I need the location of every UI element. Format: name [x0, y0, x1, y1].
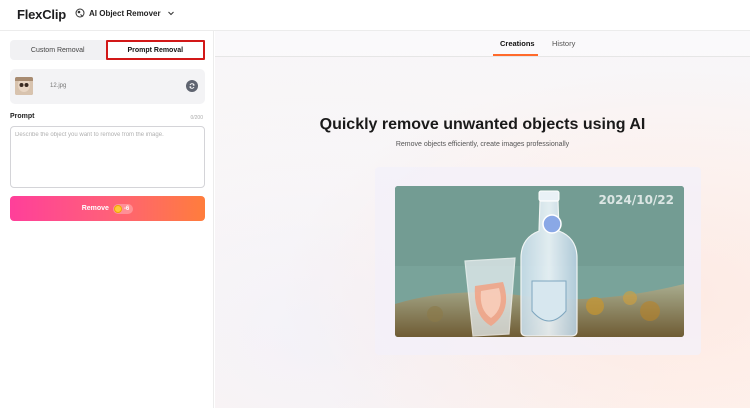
- thumbnail-image: [15, 77, 33, 95]
- file-name: 12.jpg: [50, 83, 67, 89]
- view-tabs: Creations History: [215, 31, 750, 57]
- page-subtitle: Remove objects efficiently, create image…: [395, 141, 570, 148]
- tab-history[interactable]: History: [552, 39, 575, 48]
- tab-custom-removal[interactable]: Custom Removal: [10, 40, 106, 60]
- file-thumbnail: [15, 77, 33, 95]
- replace-file-button[interactable]: [186, 80, 198, 92]
- removal-mode-tabs: Custom Removal Prompt Removal: [10, 40, 205, 60]
- left-panel: Custom Removal Prompt Removal 12.jpg Pro…: [0, 31, 214, 408]
- chevron-down-icon: [167, 11, 174, 16]
- object-remover-icon: [75, 8, 85, 18]
- tool-selector[interactable]: AI Object Remover: [75, 8, 175, 18]
- top-bar: FlexClip AI Object Remover: [0, 0, 750, 31]
- prompt-input-box: [10, 126, 205, 188]
- tab-creations[interactable]: Creations: [500, 39, 535, 48]
- remove-button[interactable]: Remove -6: [10, 196, 205, 221]
- preview-image: 2024/10/22: [395, 186, 684, 337]
- flexclip-logo[interactable]: FlexClip: [17, 7, 66, 22]
- tab-prompt-removal[interactable]: Prompt Removal: [105, 40, 205, 60]
- preview-scene: [395, 186, 684, 337]
- remove-button-label: Remove: [81, 205, 109, 212]
- swap-icon: [189, 83, 195, 89]
- tool-name: AI Object Remover: [89, 8, 161, 18]
- active-tab-indicator: [493, 54, 538, 56]
- uploaded-file-card: 12.jpg: [10, 69, 205, 104]
- page-title: Quickly remove unwanted objects using AI: [319, 116, 646, 133]
- prompt-input[interactable]: [15, 132, 200, 182]
- prompt-char-count: 0/200: [190, 115, 203, 121]
- main-area: Creations History Quickly remove unwante…: [215, 31, 750, 408]
- credit-cost-badge: -6: [112, 203, 134, 214]
- credit-cost: -6: [123, 205, 130, 212]
- coin-icon: [113, 204, 122, 213]
- date-stamp: 2024/10/22: [598, 193, 674, 207]
- logo-text: FlexClip: [17, 7, 66, 22]
- prompt-label: Prompt: [10, 113, 35, 120]
